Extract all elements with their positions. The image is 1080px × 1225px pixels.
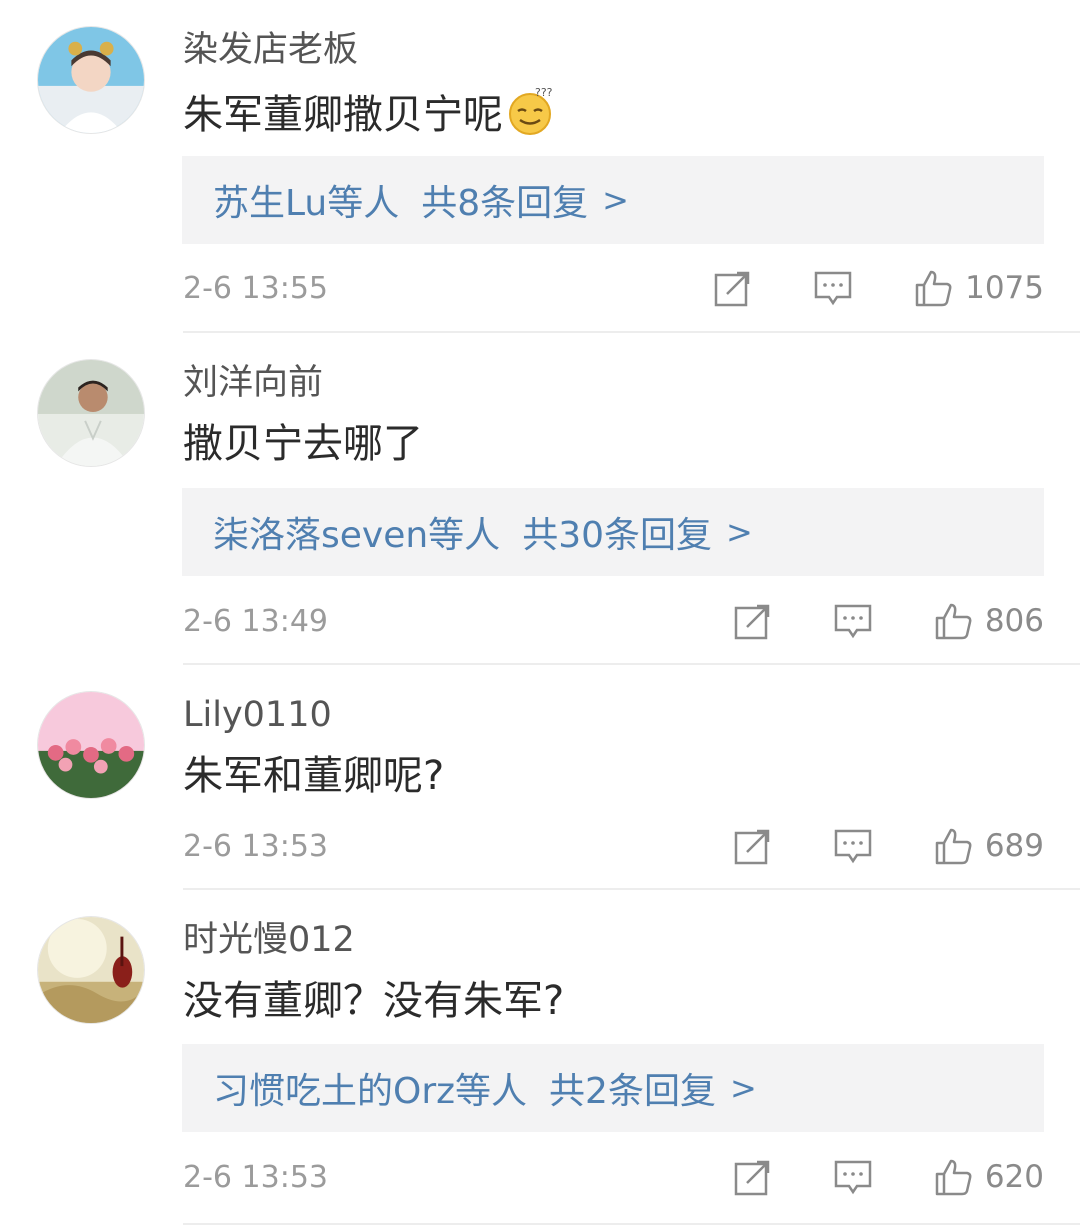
comment-icon[interactable] <box>833 601 873 641</box>
comment-meta: 2-6 13:49 806 <box>183 596 1044 646</box>
replies-link[interactable]: 苏生Lu等人 共8条回复 > <box>182 156 1044 244</box>
reply-users: 苏生Lu等人 <box>213 183 400 224</box>
comment-actions: 620 <box>733 1157 1044 1197</box>
avatar[interactable] <box>37 691 145 799</box>
comment-text: 朱军和董卿呢? <box>183 751 444 801</box>
timestamp: 2-6 13:49 <box>183 603 328 639</box>
comment-actions: 1075 <box>713 268 1044 308</box>
comment-actions: 689 <box>733 826 1044 866</box>
reply-count: 共30条回复 <box>522 515 712 556</box>
comment-meta: 2-6 13:53 620 <box>183 1152 1044 1202</box>
like-button[interactable]: 689 <box>933 826 1044 866</box>
like-count: 1075 <box>965 270 1044 306</box>
comment-item: 染发店老板 朱军董卿撒贝宁呢 ??? 苏生Lu等人 共8条回复 > 2-6 13… <box>0 0 1080 333</box>
chevron-right-icon: > <box>602 181 629 219</box>
comment-item: 时光慢012 没有董卿？没有朱军? 习惯吃土的Orz等人 共2条回复 > 2-6… <box>0 890 1080 1225</box>
username[interactable]: Lily0110 <box>183 693 332 737</box>
comment-item: Lily0110 朱军和董卿呢? 2-6 13:53 689 <box>0 665 1080 890</box>
comment-icon[interactable] <box>833 1157 873 1197</box>
like-icon <box>933 826 973 866</box>
share-icon[interactable] <box>733 1157 773 1197</box>
comment-text-body: 撒贝宁去哪了 <box>183 421 423 467</box>
timestamp: 2-6 13:53 <box>183 1159 328 1195</box>
reply-users: 习惯吃土的Orz等人 <box>213 1071 528 1112</box>
comment-item: 刘洋向前 撒贝宁去哪了 柒洛落seven等人 共30条回复 > 2-6 13:4… <box>0 333 1080 665</box>
like-icon <box>933 1157 973 1197</box>
reply-users: 柒洛落seven等人 <box>213 515 501 556</box>
reply-count: 共2条回复 <box>549 1071 716 1112</box>
chevron-right-icon: > <box>726 513 753 551</box>
username[interactable]: 刘洋向前 <box>183 361 323 405</box>
comment-icon[interactable] <box>833 826 873 866</box>
replies-link[interactable]: 习惯吃土的Orz等人 共2条回复 > <box>182 1044 1044 1132</box>
comment-text: 没有董卿？没有朱军? <box>183 976 564 1026</box>
username[interactable]: 时光慢012 <box>183 918 355 962</box>
comment-icon[interactable] <box>813 268 853 308</box>
like-count: 620 <box>984 1159 1044 1195</box>
comment-text-body: 朱军和董卿呢? <box>183 753 445 799</box>
smug-thinking-emoji-icon: ??? <box>505 86 555 148</box>
avatar[interactable] <box>37 916 145 1024</box>
replies-link[interactable]: 柒洛落seven等人 共30条回复 > <box>182 488 1044 576</box>
reply-count: 共8条回复 <box>421 183 589 224</box>
like-count: 806 <box>984 603 1044 639</box>
comment-meta: 2-6 13:55 1075 <box>183 263 1044 313</box>
like-count: 689 <box>984 828 1044 864</box>
comment-actions: 806 <box>733 601 1044 641</box>
svg-text:???: ??? <box>535 86 553 99</box>
comment-meta: 2-6 13:53 689 <box>183 821 1044 871</box>
chevron-right-icon: > <box>729 1069 757 1107</box>
like-icon <box>933 601 973 641</box>
comment-text: 撒贝宁去哪了 <box>183 419 423 469</box>
timestamp: 2-6 13:53 <box>183 828 328 864</box>
avatar[interactable] <box>37 359 145 467</box>
avatar[interactable] <box>37 26 145 134</box>
comment-text: 朱军董卿撒贝宁呢 ??? <box>183 86 555 148</box>
share-icon[interactable] <box>733 601 773 641</box>
share-icon[interactable] <box>733 826 773 866</box>
like-button[interactable]: 806 <box>933 601 1044 641</box>
comment-text-body: 朱军董卿撒贝宁呢 <box>183 92 503 138</box>
like-button[interactable]: 620 <box>933 1157 1044 1197</box>
username[interactable]: 染发店老板 <box>183 28 358 72</box>
timestamp: 2-6 13:55 <box>183 270 328 306</box>
share-icon[interactable] <box>713 268 753 308</box>
comment-text-body: 没有董卿？没有朱军? <box>183 978 565 1024</box>
like-icon <box>913 268 953 308</box>
like-button[interactable]: 1075 <box>913 268 1044 308</box>
